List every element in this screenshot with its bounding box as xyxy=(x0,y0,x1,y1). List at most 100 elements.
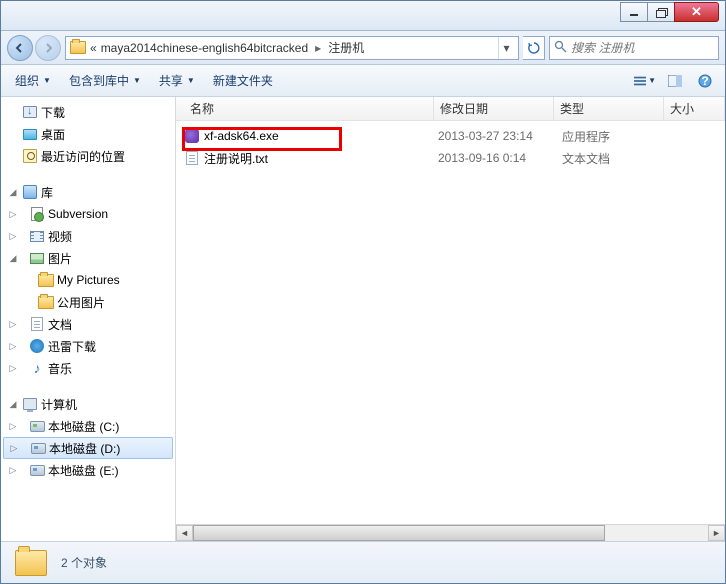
scroll-left-button[interactable]: ◄ xyxy=(176,525,193,541)
back-button[interactable] xyxy=(7,35,33,61)
sidebar-item-drive-e[interactable]: ▷ 本地磁盘 (E:) xyxy=(1,459,175,481)
expand-icon[interactable]: ▷ xyxy=(7,231,19,242)
preview-pane-icon xyxy=(668,75,682,87)
refresh-button[interactable] xyxy=(523,36,545,60)
column-name[interactable]: 名称 xyxy=(184,97,434,120)
column-type[interactable]: 类型 xyxy=(554,97,664,120)
crumb-current[interactable]: 注册机 xyxy=(328,39,364,56)
tree-label: 文档 xyxy=(48,316,72,333)
folder-icon xyxy=(38,274,54,287)
view-options-button[interactable]: ▼ xyxy=(633,70,657,92)
tree-label: 本地磁盘 (E:) xyxy=(48,462,119,479)
address-dropdown-icon[interactable]: ▾ xyxy=(498,37,514,59)
tree-label: Subversion xyxy=(48,207,108,221)
nav-buttons xyxy=(7,35,61,61)
tree-label: 公用图片 xyxy=(57,294,105,311)
sidebar-item-music[interactable]: ▷♪音乐 xyxy=(1,357,175,379)
tree-label: 计算机 xyxy=(41,396,77,413)
share-menu[interactable]: 共享▼ xyxy=(153,68,201,93)
sidebar-item-pictures[interactable]: ◢图片 xyxy=(1,247,175,269)
sidebar-item-documents[interactable]: ▷ 文档 xyxy=(1,313,175,335)
column-size[interactable]: 大小 xyxy=(664,97,725,120)
arrow-left-icon xyxy=(15,43,25,53)
crumb-separator-icon[interactable]: ▸ xyxy=(312,41,324,55)
folder-icon xyxy=(15,550,47,576)
chevron-down-icon: ▼ xyxy=(648,76,656,85)
minimize-button[interactable] xyxy=(620,2,648,22)
arrow-right-icon xyxy=(43,43,53,53)
scroll-track[interactable] xyxy=(193,525,708,541)
refresh-icon xyxy=(528,42,540,54)
sidebar-item-videos[interactable]: ▷ 视频 xyxy=(1,225,175,247)
tree-label: 桌面 xyxy=(41,126,65,143)
expand-icon[interactable]: ▷ xyxy=(7,209,19,220)
expand-icon[interactable]: ▷ xyxy=(7,421,19,432)
status-bar: 2 个对象 xyxy=(1,541,725,583)
scroll-right-button[interactable]: ► xyxy=(708,525,725,541)
library-icon xyxy=(23,185,37,199)
expand-icon[interactable]: ▷ xyxy=(7,465,19,476)
file-name: xf-adsk64.exe xyxy=(204,129,279,143)
tree-label: 视频 xyxy=(48,228,72,245)
txt-icon xyxy=(186,151,198,165)
expand-icon[interactable]: ▷ xyxy=(8,443,20,454)
recent-icon xyxy=(23,149,37,163)
sidebar-item-subversion[interactable]: ▷ Subversion xyxy=(1,203,175,225)
sidebar-item-mypictures[interactable]: My Pictures xyxy=(1,269,175,291)
breadcrumb[interactable]: « maya2014chinese-english64bitcracked ▸ … xyxy=(65,36,519,60)
sidebar-item-drive-d[interactable]: ▷本地磁盘 (D:) xyxy=(3,437,173,459)
help-button[interactable]: ? xyxy=(693,70,717,92)
chevron-down-icon: ▼ xyxy=(43,76,51,85)
file-date: 2013-09-16 0:14 xyxy=(434,151,554,165)
include-in-library-menu[interactable]: 包含到库中▼ xyxy=(63,68,147,93)
address-bar: « maya2014chinese-english64bitcracked ▸ … xyxy=(1,31,725,65)
search-box[interactable] xyxy=(549,36,719,60)
sidebar-item-computer[interactable]: ◢ 计算机 xyxy=(1,393,175,415)
desktop-icon xyxy=(23,129,37,140)
collapse-icon[interactable]: ◢ xyxy=(7,399,19,410)
view-icon xyxy=(634,75,646,87)
drive-icon xyxy=(30,421,45,432)
collapse-icon[interactable]: ◢ xyxy=(7,253,19,264)
sidebar-item-xunlei[interactable]: ▷ 迅雷下载 xyxy=(1,335,175,357)
file-area[interactable]: xf-adsk64.exe 2013-03-27 23:14 应用程序 注册说明… xyxy=(176,121,725,524)
scroll-thumb[interactable] xyxy=(193,525,605,541)
organize-menu[interactable]: 组织▼ xyxy=(9,68,57,93)
crumb-parent[interactable]: maya2014chinese-english64bitcracked xyxy=(101,41,308,55)
file-list-pane: 名称 修改日期 类型 大小 xf-adsk64.exe 2013-03-27 2… xyxy=(176,97,725,541)
file-row[interactable]: 注册说明.txt 2013-09-16 0:14 文本文档 xyxy=(180,147,725,169)
maximize-button[interactable] xyxy=(647,2,675,22)
video-icon xyxy=(30,231,44,242)
sidebar-item-recent[interactable]: 最近访问的位置 xyxy=(1,145,175,167)
search-input[interactable] xyxy=(571,41,714,55)
svg-text:?: ? xyxy=(701,74,708,88)
expand-icon[interactable]: ▷ xyxy=(7,363,19,374)
collapse-icon[interactable]: ◢ xyxy=(7,187,19,198)
titlebar: ✕ xyxy=(1,1,725,31)
new-folder-button[interactable]: 新建文件夹 xyxy=(207,68,279,93)
file-row[interactable]: xf-adsk64.exe 2013-03-27 23:14 应用程序 xyxy=(180,125,725,147)
forward-button[interactable] xyxy=(35,35,61,61)
tree-label: 最近访问的位置 xyxy=(41,148,125,165)
file-name: 注册说明.txt xyxy=(204,150,268,167)
expand-icon[interactable]: ▷ xyxy=(7,319,19,330)
horizontal-scrollbar[interactable]: ◄ ► xyxy=(176,524,725,541)
documents-icon xyxy=(31,317,43,331)
explorer-window: ✕ « maya2014chinese-english64bitcracked … xyxy=(0,0,726,584)
tree-label: 本地磁盘 (C:) xyxy=(48,418,119,435)
sidebar-item-libraries[interactable]: ◢库 xyxy=(1,181,175,203)
sidebar-item-drive-c[interactable]: ▷ 本地磁盘 (C:) xyxy=(1,415,175,437)
folder-icon xyxy=(38,296,54,309)
navigation-pane[interactable]: 下载 桌面 最近访问的位置 ◢库 ▷ Subversion ▷ 视频 ◢图片 My … xyxy=(1,97,176,541)
sidebar-item-publicpics[interactable]: 公用图片 xyxy=(1,291,175,313)
tree-label: 迅雷下载 xyxy=(48,338,96,355)
file-date: 2013-03-27 23:14 xyxy=(434,129,554,143)
sidebar-item-desktop[interactable]: 桌面 xyxy=(1,123,175,145)
file-type: 文本文档 xyxy=(558,150,668,167)
preview-pane-button[interactable] xyxy=(663,70,687,92)
expand-icon[interactable]: ▷ xyxy=(7,341,19,352)
chevron-down-icon: ▼ xyxy=(187,76,195,85)
close-button[interactable]: ✕ xyxy=(674,2,719,22)
sidebar-item-downloads[interactable]: 下载 xyxy=(1,101,175,123)
column-date[interactable]: 修改日期 xyxy=(434,97,554,120)
